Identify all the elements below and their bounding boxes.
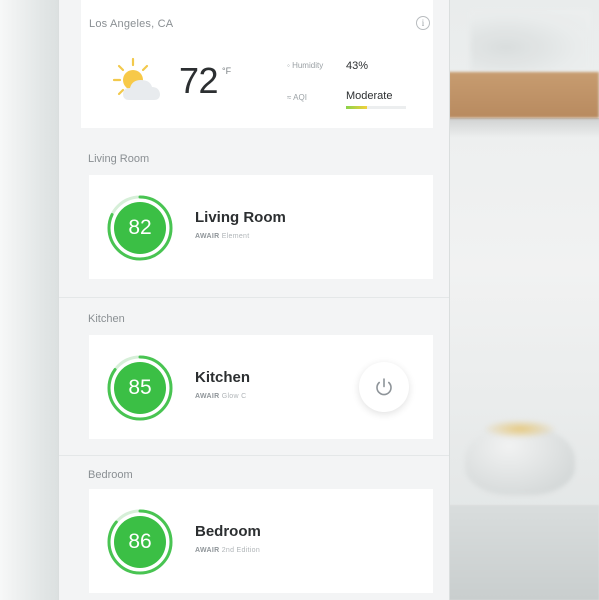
info-icon[interactable]: i xyxy=(416,16,430,30)
humidity-value: 43% xyxy=(346,60,369,72)
device-brand: AWAIR xyxy=(195,393,220,400)
partly-sunny-icon xyxy=(112,57,160,100)
aqi-label: ≈ AQI xyxy=(287,93,307,102)
weather-card[interactable]: Los Angeles, CA i 72 °F ◦ Humidity 43% ≈… xyxy=(81,0,433,128)
humidity-label-text: Humidity xyxy=(292,61,324,70)
background-counter xyxy=(448,505,599,600)
humidity-label: ◦ Humidity xyxy=(287,61,323,70)
device-model: 2nd Edition xyxy=(221,547,261,554)
air-score: 86 xyxy=(128,530,152,553)
device-info: AWAIR Glow C xyxy=(195,393,246,400)
temperature-value: 72 xyxy=(179,60,219,101)
room-card-living-room[interactable]: 82 Living Room AWAIR Element xyxy=(89,175,433,279)
power-button[interactable] xyxy=(359,362,409,412)
background-bottles xyxy=(470,10,590,72)
background-shelf xyxy=(448,72,599,118)
aqi-value: Moderate xyxy=(346,90,393,102)
temperature-unit: °F xyxy=(222,66,232,76)
humidity-icon: ◦ xyxy=(287,61,290,70)
device-brand: AWAIR xyxy=(195,547,220,554)
section-label-bedroom: Bedroom xyxy=(88,469,133,481)
background-shelf-shadow xyxy=(448,118,599,138)
room-card-bedroom[interactable]: 86 Bedroom AWAIR 2nd Edition xyxy=(89,489,433,593)
device-model: Glow C xyxy=(221,393,247,400)
aqi-level-bar xyxy=(346,106,406,109)
app-screen: Los Angeles, CA i 72 °F ◦ Humidity 43% ≈… xyxy=(58,0,450,600)
air-score: 85 xyxy=(128,376,152,399)
air-score: 82 xyxy=(128,216,152,239)
room-name: Bedroom xyxy=(195,523,261,540)
location-label: Los Angeles, CA xyxy=(89,18,174,30)
aqi-label-text: AQI xyxy=(293,93,307,102)
section-divider xyxy=(59,455,449,456)
room-name: Kitchen xyxy=(195,369,251,386)
room-card-kitchen[interactable]: 85 Kitchen AWAIR Glow C xyxy=(89,335,433,439)
aqi-icon: ≈ xyxy=(287,93,292,102)
power-icon xyxy=(376,378,392,396)
section-divider xyxy=(59,297,449,298)
device-model: Element xyxy=(221,233,250,240)
section-label-kitchen: Kitchen xyxy=(88,313,125,325)
aqi-level-fill xyxy=(346,106,367,109)
device-info: AWAIR 2nd Edition xyxy=(195,547,260,554)
device-brand: AWAIR xyxy=(195,233,220,240)
device-info: AWAIR Element xyxy=(195,233,249,240)
room-name: Living Room xyxy=(195,209,286,226)
section-label-living-room: Living Room xyxy=(88,153,150,165)
background-lemons xyxy=(485,420,555,438)
